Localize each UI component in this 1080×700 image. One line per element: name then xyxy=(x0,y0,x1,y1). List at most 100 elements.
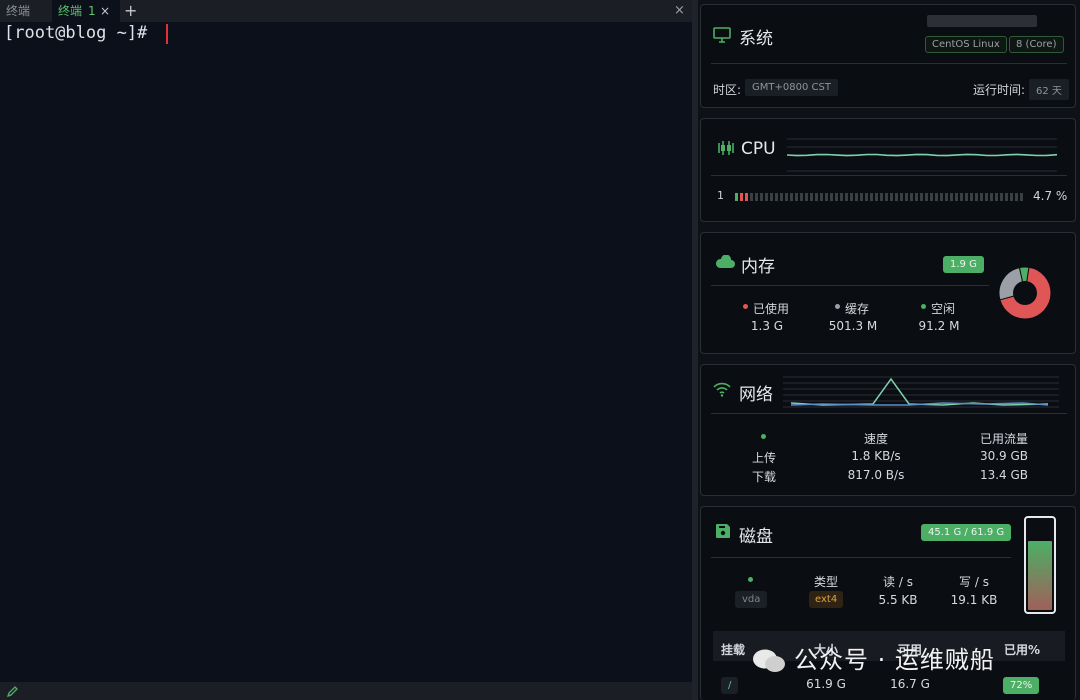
free-dot xyxy=(921,304,926,309)
cpu-bar-segment xyxy=(770,193,773,201)
pencil-icon[interactable] xyxy=(6,684,20,698)
disk-used-percent: 72% xyxy=(1003,677,1040,694)
cpu-bar-segment xyxy=(755,193,758,201)
tab-terminal-1[interactable]: 终端 1 × xyxy=(52,0,120,22)
terminal-pane[interactable]: 终端 终端 1 × + × [root@blog ~]# xyxy=(0,0,692,700)
cpu-bar-segment xyxy=(905,193,908,201)
cpu-bar-segment xyxy=(995,193,998,201)
cpu-bar-segment xyxy=(950,193,953,201)
download-speed: 817.0 B/s xyxy=(847,468,905,482)
device-badge: vda xyxy=(735,591,768,608)
cpu-bar-segment xyxy=(1000,193,1003,201)
tab-bar: 终端 终端 1 × + × xyxy=(0,0,692,22)
tab-number: 1 xyxy=(88,4,96,18)
cpu-bar-segment xyxy=(830,193,833,201)
speed-header: 速度 xyxy=(863,432,888,446)
cpu-bar-segment xyxy=(980,193,983,201)
cpu-bar-segment xyxy=(785,193,788,201)
cpu-bar-segment xyxy=(1005,193,1008,201)
os-badge: CentOS Linux xyxy=(925,36,1007,53)
cpu-bar-segment xyxy=(975,193,978,201)
cpu-bar-segment xyxy=(960,193,963,201)
cpu-bar-segment xyxy=(915,193,918,201)
timezone-value: GMT+0800 CST xyxy=(745,79,838,96)
cpu-usage: 4.7 % xyxy=(1033,189,1068,203)
cpu-bar-segment xyxy=(895,193,898,201)
terminal-cursor xyxy=(166,24,168,44)
cpu-bar-segment xyxy=(835,193,838,201)
disk-usage-gauge xyxy=(1024,516,1056,614)
cpu-bar-segment xyxy=(765,193,768,201)
fs-type-badge: ext4 xyxy=(809,591,844,608)
cpu-bar-segment xyxy=(875,193,878,201)
disk-title: 磁盘 xyxy=(739,527,773,547)
cpu-bar-segment xyxy=(965,193,968,201)
memory-card: 内存 1.9 G 已使用 1.3 G 缓存 501.3 M 空闲 91.2 M xyxy=(700,232,1076,354)
cpu-bar-segment xyxy=(735,193,738,201)
cpu-bar-segment xyxy=(860,193,863,201)
cpu-bar-segment xyxy=(990,193,993,201)
cpu-bar-segment xyxy=(910,193,913,201)
close-pane-icon[interactable]: × xyxy=(674,0,685,22)
cpu-bar-segment xyxy=(940,193,943,201)
upload-speed: 1.8 KB/s xyxy=(851,449,901,463)
cpu-bar-segment xyxy=(870,193,873,201)
wechat-icon xyxy=(752,648,786,674)
cpu-bar-segment xyxy=(740,193,743,201)
cpu-core-bar xyxy=(735,193,1025,201)
divider xyxy=(711,285,989,286)
memory-title: 内存 xyxy=(741,257,775,277)
cpu-bar-segment xyxy=(1010,193,1013,201)
cpu-bar-segment xyxy=(795,193,798,201)
mem-used-value: 1.3 G xyxy=(750,319,784,333)
cpu-bar-segment xyxy=(920,193,923,201)
cpu-bar-segment xyxy=(890,193,893,201)
mem-used-label: 已使用 xyxy=(753,302,790,316)
read-header: 读 / s xyxy=(883,575,913,589)
divider xyxy=(711,557,1011,558)
add-tab-button[interactable]: + xyxy=(124,0,137,22)
cpu-bar-segment xyxy=(925,193,928,201)
download-total: 13.4 GB xyxy=(979,468,1029,482)
tab-terminal[interactable]: 终端 xyxy=(6,0,30,22)
redacted-hostname xyxy=(927,15,1037,27)
cpu-card: CPU 1 4.7 % xyxy=(700,118,1076,222)
cpu-bar-segment xyxy=(855,193,858,201)
status-dot xyxy=(761,434,766,439)
memory-donut-chart xyxy=(998,266,1052,320)
mem-free-value: 91.2 M xyxy=(918,319,960,333)
core-index: 1 xyxy=(717,189,724,202)
timezone-label: 时区: xyxy=(713,83,742,97)
network-history-chart xyxy=(783,376,1059,408)
monitor-panel: 系统 CentOS Linux 8 (Core) 时区: GMT+0800 CS… xyxy=(698,0,1080,700)
disk-size: 61.9 G xyxy=(806,677,846,691)
status-dot xyxy=(748,577,753,582)
disk-write-value: 19.1 KB xyxy=(950,593,998,607)
used-header: 已用% xyxy=(1003,643,1041,657)
cpu-bar-segment xyxy=(800,193,803,201)
divider xyxy=(711,63,1067,64)
cpu-bar-segment xyxy=(985,193,988,201)
cpu-bar-segment xyxy=(775,193,778,201)
cpu-bar-segment xyxy=(805,193,808,201)
watermark-text: 公众号 · 运维贼船 xyxy=(752,640,995,675)
system-title: 系统 xyxy=(739,29,773,49)
mem-cache-value: 501.3 M xyxy=(828,319,878,333)
cache-dot xyxy=(835,304,840,309)
monitor-icon xyxy=(713,27,731,43)
disk-read-value: 5.5 KB xyxy=(878,593,918,607)
download-label: 下载 xyxy=(751,470,776,484)
terminal-prompt[interactable]: [root@blog ~]# xyxy=(4,22,147,44)
cpu-bar-segment xyxy=(760,193,763,201)
cpu-bar-segment xyxy=(955,193,958,201)
disk-summary-badge: 45.1 G / 61.9 G xyxy=(921,524,1012,541)
cpu-bar-segment xyxy=(930,193,933,201)
cpu-bar-segment xyxy=(970,193,973,201)
cpu-bar-segment xyxy=(865,193,868,201)
cpu-title: CPU xyxy=(741,139,776,159)
mount-path: / xyxy=(721,677,739,694)
cpu-bar-segment xyxy=(780,193,783,201)
cpu-bar-segment xyxy=(845,193,848,201)
close-tab-icon[interactable]: × xyxy=(100,0,110,22)
cpu-bar-segment xyxy=(850,193,853,201)
